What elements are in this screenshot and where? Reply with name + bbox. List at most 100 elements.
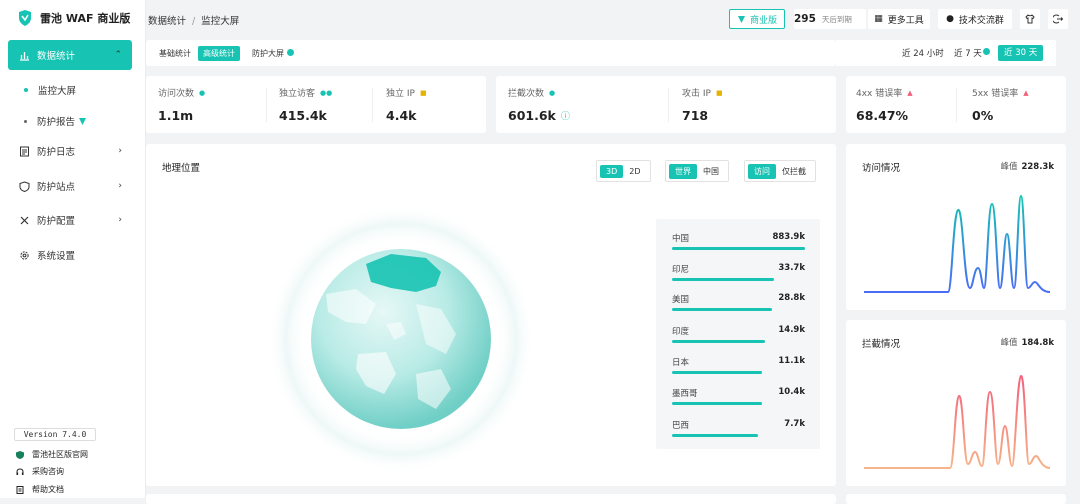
attack-stats-card: 拦截次数 ● 601.6k ⓘ 攻击 IP ■ 718 bbox=[496, 76, 836, 133]
warning-icon: ▲ bbox=[1023, 88, 1029, 97]
tech-group-button[interactable]: ● 技术交流群 bbox=[938, 9, 1012, 29]
filter-blocked[interactable]: 仅拦截 bbox=[776, 164, 812, 179]
days-text: 天后到期 bbox=[821, 14, 852, 24]
sidebar-item-settings[interactable]: 系统设置 bbox=[8, 240, 132, 270]
logout-button[interactable] bbox=[1048, 9, 1068, 29]
stat-value: 68.47% bbox=[856, 108, 909, 123]
breadcrumb-item[interactable]: 数据统计 bbox=[148, 16, 186, 27]
days-number: 295 bbox=[794, 13, 816, 25]
stat-value: 1.1m bbox=[158, 108, 194, 123]
country-name: 墨西哥 bbox=[672, 389, 698, 399]
chevron-right-icon: › bbox=[118, 181, 122, 191]
shirt-button[interactable] bbox=[1020, 9, 1040, 29]
stat-value: 601.6k bbox=[508, 108, 556, 123]
sidebar-item-stats[interactable]: 数据统计 ⌃ bbox=[8, 40, 132, 70]
more-tools-button[interactable]: ▦ 更多工具 bbox=[868, 9, 930, 29]
pro-badge-icon bbox=[737, 15, 745, 23]
sidebar-item-label: 防护站点 bbox=[37, 182, 76, 193]
pro-badge-icon bbox=[79, 117, 87, 125]
user-icon: ● bbox=[199, 88, 206, 97]
traffic-stats-card: 访问次数 ● 1.1m 独立访客 ●● 415.4k 独立 IP ■ 4.4k bbox=[146, 76, 486, 133]
globe[interactable] bbox=[266, 204, 536, 474]
bullet-icon bbox=[24, 119, 27, 123]
brand[interactable]: 雷池 WAF 商业版 bbox=[0, 0, 145, 36]
footer-link-purchase[interactable]: 采购咨询 bbox=[16, 466, 64, 477]
list-item: 印度 14.9k bbox=[672, 325, 805, 347]
blocks-title: 拦截情况 bbox=[862, 339, 901, 350]
chevron-right-icon: › bbox=[118, 215, 122, 225]
scope-world[interactable]: 世界 bbox=[669, 163, 697, 179]
stat-5xx: 5xx 错误率 ▲ 0% bbox=[972, 86, 1029, 124]
blocks-card: 拦截情况 峰值 184.8k bbox=[846, 320, 1066, 486]
sidebar-item-sites[interactable]: 防护站点 › bbox=[8, 171, 132, 201]
view-mode-toggle: 3D 2D bbox=[596, 160, 651, 182]
list-item: 中国 883.9k bbox=[672, 232, 805, 254]
peak-value: 184.8k bbox=[1021, 338, 1054, 348]
scope-china[interactable]: 中国 bbox=[697, 164, 725, 179]
visits-card: 访问情况 峰值 228.3k bbox=[846, 144, 1066, 310]
view-3d[interactable]: 3D bbox=[600, 164, 624, 178]
divider bbox=[372, 88, 373, 122]
visits-peak: 峰值 228.3k bbox=[1000, 160, 1054, 172]
stat-value: 718 bbox=[682, 108, 709, 123]
visits-chart[interactable] bbox=[860, 184, 1056, 296]
stat-label: 5xx 错误率 bbox=[972, 89, 1019, 99]
stat-label: 独立 IP bbox=[386, 89, 415, 99]
divider bbox=[668, 88, 669, 122]
range-24h[interactable]: 近 24 小时 bbox=[902, 47, 944, 59]
tab-basic[interactable]: 基础统计 bbox=[154, 46, 196, 61]
scope-toggle: 世界 中国 bbox=[665, 160, 729, 182]
footer-link-community[interactable]: 雷池社区版官网 bbox=[16, 449, 88, 460]
country-bar bbox=[672, 371, 763, 374]
shirt-icon bbox=[1025, 14, 1035, 24]
edition-badge[interactable]: 商业版 bbox=[729, 9, 785, 29]
blocks-line bbox=[864, 374, 1051, 469]
sidebar-subitem-report[interactable]: 防护报告 bbox=[24, 114, 87, 128]
range-30d[interactable]: 近 30 天 bbox=[998, 45, 1044, 61]
stat-visits: 访问次数 ● 1.1m bbox=[158, 86, 206, 124]
sidebar-item-config[interactable]: 防护配置 › bbox=[8, 205, 132, 235]
filter-toggle: 访问 仅拦截 bbox=[744, 160, 816, 182]
tab-advanced[interactable]: 高级统计 bbox=[198, 46, 240, 61]
country-value: 883.9k bbox=[772, 232, 805, 242]
range-7d[interactable]: 近 7 天 bbox=[954, 47, 982, 59]
footer-link-label: 雷池社区版官网 bbox=[32, 450, 88, 459]
ip-icon: ■ bbox=[419, 88, 427, 97]
country-bar bbox=[672, 434, 759, 437]
stats-tabs: 基础统计 高级统计 防护大屏 bbox=[146, 40, 836, 66]
pro-dot-icon bbox=[287, 49, 294, 56]
country-name: 巴西 bbox=[672, 421, 690, 431]
sidebar-item-logs[interactable]: 防护日志 › bbox=[8, 136, 132, 166]
grid-icon: ▦ bbox=[874, 14, 883, 24]
country-bar bbox=[672, 340, 766, 343]
sidebar-subitem-monitor[interactable]: 监控大屏 bbox=[24, 83, 76, 97]
country-bar bbox=[672, 402, 763, 405]
visits-title: 访问情况 bbox=[862, 163, 901, 174]
list-item: 印尼 33.7k bbox=[672, 263, 805, 285]
view-2d[interactable]: 2D bbox=[623, 165, 646, 178]
doc-icon bbox=[16, 485, 24, 494]
sidebar-item-label: 防护配置 bbox=[37, 216, 76, 227]
footer-link-label: 采购咨询 bbox=[32, 467, 64, 476]
sidebar: 雷池 WAF 商业版 数据统计 ⌃ 监控大屏 防护报告 防护日志 › 防护站点 … bbox=[0, 0, 146, 498]
filter-visits[interactable]: 访问 bbox=[748, 163, 776, 179]
list-item: 美国 28.8k bbox=[672, 293, 805, 315]
country-value: 11.1k bbox=[778, 356, 805, 366]
info-icon[interactable]: ⓘ bbox=[561, 109, 570, 122]
license-days: 295 天后到期 bbox=[794, 9, 866, 29]
peak-label: 峰值 bbox=[1000, 162, 1018, 172]
country-ranking: 中国 883.9k 印尼 33.7k 美国 28.8k 印度 14.9k 日本 11.1k… bbox=[656, 219, 820, 449]
stat-blocked: 拦截次数 ● 601.6k ⓘ bbox=[508, 86, 570, 124]
stat-label: 访问次数 bbox=[158, 89, 195, 99]
tab-screen[interactable]: 防护大屏 bbox=[247, 46, 289, 61]
log-icon bbox=[20, 146, 29, 156]
shield-icon bbox=[19, 180, 30, 192]
bottom-card-right bbox=[846, 494, 1066, 504]
footer-link-docs[interactable]: 帮助文档 bbox=[16, 484, 64, 495]
shield-small-icon bbox=[16, 450, 24, 459]
tech-group-label: 技术交流群 bbox=[958, 15, 1004, 26]
country-name: 印尼 bbox=[672, 265, 690, 275]
blocks-chart[interactable] bbox=[860, 360, 1056, 472]
sidebar-item-label: 防护日志 bbox=[37, 147, 76, 158]
blocks-peak: 峰值 184.8k bbox=[1000, 336, 1054, 348]
